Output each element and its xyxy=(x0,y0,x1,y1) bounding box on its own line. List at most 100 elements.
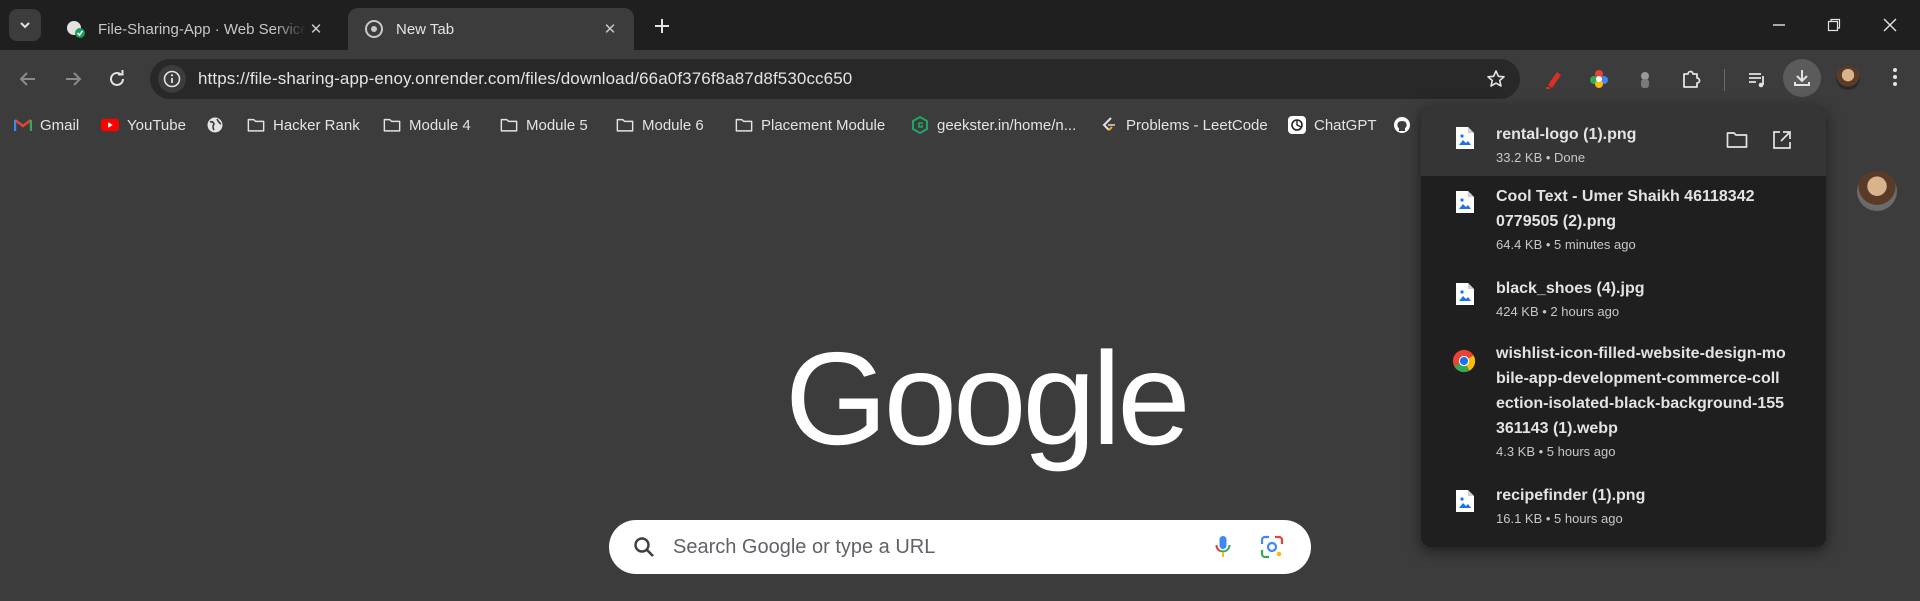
reload-icon xyxy=(110,70,124,86)
folder-icon xyxy=(500,116,518,134)
download-item[interactable]: recipefinder (1).png 16.1 KB • 5 hours a… xyxy=(1421,483,1826,533)
github-icon xyxy=(1393,116,1411,134)
close-icon xyxy=(1883,18,1897,32)
bookmark-label: Module 6 xyxy=(642,116,704,134)
folder-icon xyxy=(735,116,753,134)
url-text: https://file-sharing-app-enoy.onrender.c… xyxy=(198,69,853,88)
bookmark-label: Problems - LeetCode xyxy=(1126,116,1268,134)
chrome-icon xyxy=(1452,349,1476,373)
highlighter-extension-icon[interactable] xyxy=(1539,64,1569,94)
google-lens-icon[interactable] xyxy=(1260,535,1284,559)
image-file-icon xyxy=(1453,489,1477,513)
bookmark-label: Hacker Rank xyxy=(273,116,360,134)
folder-icon xyxy=(383,116,401,134)
browser-menu-button[interactable] xyxy=(1880,62,1910,92)
bookmark-folder-placement-module[interactable]: Placement Module xyxy=(735,114,885,136)
google-logo: Google xyxy=(785,325,1191,472)
close-window-button[interactable] xyxy=(1862,0,1918,50)
minimize-button[interactable] xyxy=(1751,0,1807,50)
profile-avatar[interactable] xyxy=(1836,66,1860,90)
download-item[interactable]: rental-logo (1).png 33.2 KB • Done xyxy=(1421,106,1826,176)
bookmark-globe[interactable] xyxy=(206,114,232,136)
bookmark-label: geekster.in/home/n... xyxy=(937,116,1077,134)
geekster-icon xyxy=(911,116,929,134)
site-info-button[interactable] xyxy=(158,65,186,93)
render-icon xyxy=(66,19,86,39)
back-button[interactable] xyxy=(11,62,45,96)
search-input[interactable] xyxy=(673,535,1193,559)
info-icon xyxy=(163,70,181,88)
menu-dot xyxy=(1893,75,1897,79)
chrome-icon xyxy=(364,19,384,39)
download-meta: 424 KB • 2 hours ago xyxy=(1496,304,1620,319)
restore-button[interactable] xyxy=(1806,0,1862,50)
tab-file-sharing-app[interactable]: File-Sharing-App · Web Service ✕ xyxy=(50,8,340,50)
reload-button[interactable] xyxy=(100,62,134,96)
ntp-profile-avatar[interactable] xyxy=(1857,171,1897,211)
puzzle-extensions-icon[interactable] xyxy=(1676,64,1706,94)
arrow-left-icon xyxy=(19,72,35,86)
close-icon[interactable]: ✕ xyxy=(600,19,620,39)
bookmark-folder-module-4[interactable]: Module 4 xyxy=(383,114,471,136)
folder-icon xyxy=(247,116,265,134)
download-item[interactable]: black_shoes (4).jpg 424 KB • 2 hours ago xyxy=(1421,276,1826,326)
menu-dot xyxy=(1893,68,1897,72)
tab-strip: File-Sharing-App · Web Service ✕ New Tab… xyxy=(0,0,1920,50)
bookmark-label: ChatGPT xyxy=(1314,116,1377,134)
arrow-right-icon xyxy=(66,72,82,86)
address-bar[interactable]: https://file-sharing-app-enoy.onrender.c… xyxy=(150,59,1520,99)
bookmark-leetcode[interactable]: Problems - LeetCode xyxy=(1100,114,1268,136)
bookmark-folder-hacker-rank[interactable]: Hacker Rank xyxy=(247,114,360,136)
chatgpt-icon xyxy=(1288,116,1306,134)
minimize-icon xyxy=(1773,24,1785,26)
image-file-icon xyxy=(1453,282,1477,306)
download-filename: wishlist-icon-filled-website-design-mobi… xyxy=(1496,345,1786,437)
download-icon xyxy=(1794,70,1810,86)
search-icon xyxy=(633,536,655,558)
tab-search-button[interactable] xyxy=(9,9,41,41)
download-meta: 64.4 KB • 5 minutes ago xyxy=(1496,237,1636,252)
color-picker-extension-icon[interactable] xyxy=(1584,64,1614,94)
forward-button[interactable] xyxy=(56,62,90,96)
download-meta: 16.1 KB • 5 hours ago xyxy=(1496,511,1623,526)
show-in-folder-icon[interactable] xyxy=(1723,126,1751,154)
close-icon[interactable]: ✕ xyxy=(306,19,326,39)
tab-new-tab[interactable]: New Tab ✕ xyxy=(348,8,634,50)
bookmark-folder-module-5[interactable]: Module 5 xyxy=(500,114,588,136)
downloads-button[interactable] xyxy=(1783,59,1821,97)
folder-icon xyxy=(616,116,634,134)
globe-icon xyxy=(206,116,224,134)
download-filename: black_shoes (4).jpg xyxy=(1496,280,1645,297)
open-file-icon[interactable] xyxy=(1768,126,1796,154)
image-file-icon xyxy=(1453,190,1477,214)
bookmark-github[interactable] xyxy=(1393,114,1419,136)
download-item[interactable]: Cool Text - Umer Shaikh 461183420779505 … xyxy=(1421,184,1826,252)
download-filename: recipefinder (1).png xyxy=(1496,487,1646,504)
bookmark-chatgpt[interactable]: ChatGPT xyxy=(1288,114,1377,136)
bookmark-label: Gmail xyxy=(40,116,80,134)
bookmark-label: Placement Module xyxy=(761,116,886,134)
new-tab-button[interactable] xyxy=(649,13,675,39)
tab-title: New Tab xyxy=(396,20,455,38)
bookmark-star-icon[interactable] xyxy=(1486,69,1506,94)
gmail-icon xyxy=(14,116,32,134)
bookmark-folder-module-6[interactable]: Module 6 xyxy=(616,114,704,136)
bookmark-gmail[interactable]: Gmail xyxy=(14,114,79,136)
download-filename: rental-logo (1).png xyxy=(1496,126,1637,143)
download-meta: 4.3 KB • 5 hours ago xyxy=(1496,444,1616,459)
bookmark-youtube[interactable]: YouTube xyxy=(101,114,186,136)
leetcode-icon xyxy=(1100,116,1118,134)
voice-search-icon[interactable] xyxy=(1215,535,1231,559)
restore-icon xyxy=(1827,18,1841,32)
extension-icon[interactable] xyxy=(1630,64,1660,94)
media-controls-icon[interactable] xyxy=(1742,64,1772,94)
download-item[interactable]: wishlist-icon-filled-website-design-mobi… xyxy=(1421,341,1826,461)
bookmark-geekster[interactable]: geekster.in/home/n... xyxy=(911,114,1076,136)
downloads-panel: rental-logo (1).png 33.2 KB • Done Cool … xyxy=(1421,106,1826,547)
bookmark-label: Module 5 xyxy=(526,116,588,134)
youtube-icon xyxy=(101,116,119,134)
bookmark-label: Module 4 xyxy=(409,116,471,134)
toolbar: https://file-sharing-app-enoy.onrender.c… xyxy=(0,50,1920,108)
google-search-box[interactable] xyxy=(609,520,1311,574)
image-file-icon xyxy=(1453,126,1477,150)
